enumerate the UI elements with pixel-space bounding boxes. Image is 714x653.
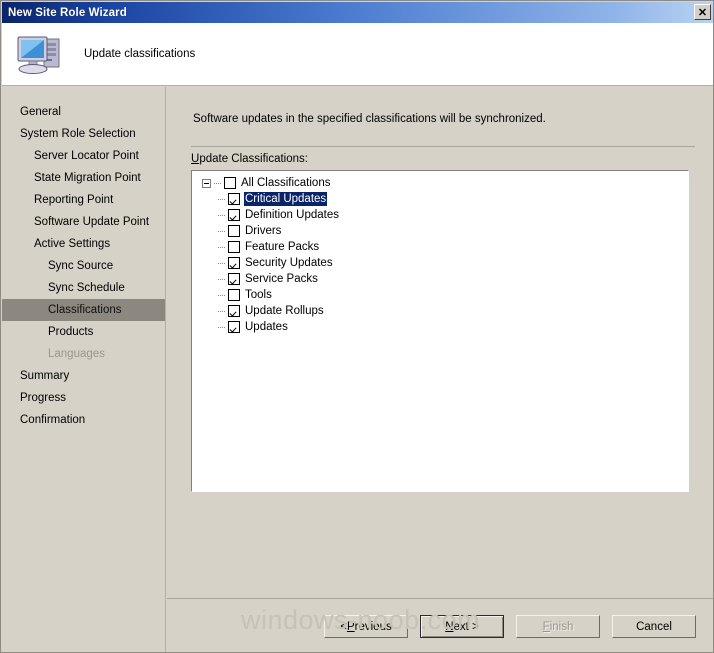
tree-row[interactable]: Updates (192, 319, 688, 335)
tree-connector (218, 326, 226, 328)
sidebar-item-software-update-point[interactable]: Software Update Point (2, 211, 165, 233)
tree-checkbox[interactable] (228, 273, 240, 285)
sidebar-item-sync-source[interactable]: Sync Source (2, 255, 165, 277)
accelerator-letter: P (346, 620, 355, 633)
page-title: Update classifications (84, 48, 196, 60)
description-text: Software updates in the specified classi… (193, 113, 546, 125)
sidebar-item-languages: Languages (48, 348, 105, 360)
tree-row[interactable]: Critical Updates (192, 191, 688, 207)
computer-icon (17, 36, 60, 74)
sidebar-item-general[interactable]: General (2, 101, 165, 123)
tree-checkbox[interactable] (228, 321, 240, 333)
tree-checkbox[interactable] (228, 257, 240, 269)
collapse-icon[interactable] (202, 178, 211, 188)
tree-item-label: Security Updates (245, 257, 333, 269)
tree-row[interactable]: Definition Updates (192, 207, 688, 223)
tree-item-label: Definition Updates (245, 209, 339, 221)
footer-separator (167, 598, 713, 599)
tree-checkbox[interactable] (224, 177, 236, 189)
tree-checkbox[interactable] (228, 225, 240, 237)
button-bar: < Previous Next > Finish Cancel (324, 615, 696, 638)
tree-item-label: Update Rollups (245, 305, 324, 317)
accelerator-letter: N (445, 620, 454, 633)
tree-item-label: All Classifications (241, 177, 331, 189)
tree-item-label: Critical Updates (244, 192, 328, 206)
title-bar: New Site Role Wizard ✕ (2, 2, 713, 23)
tree-checkbox[interactable] (228, 209, 240, 221)
tree-connector (218, 310, 226, 312)
sidebar-item-state-migration-point[interactable]: State Migration Point (2, 167, 165, 189)
tree-row[interactable]: Security Updates (192, 255, 688, 271)
tree-item-label: Drivers (245, 225, 282, 237)
next-button[interactable]: Next > (420, 615, 504, 638)
tree-checkbox[interactable] (228, 241, 240, 253)
tree-connector (218, 214, 226, 216)
window-title: New Site Role Wizard (8, 6, 127, 19)
tree-label: Update Classifications: (191, 153, 308, 165)
main-panel: Software updates in the specified classi… (167, 87, 713, 652)
wizard-step-nav: General System Role Selection Server Locat… (2, 87, 166, 652)
tree-row[interactable]: Drivers (192, 223, 688, 239)
tree-row[interactable]: Feature Packs (192, 239, 688, 255)
classifications-tree[interactable]: All Classifications Critical Updates Defin… (191, 170, 689, 492)
sidebar-item-progress[interactable]: Progress (2, 387, 165, 409)
wizard-dialog: New Site Role Wizard ✕ Update classifica… (0, 0, 714, 653)
tree-connector (218, 230, 226, 232)
tree-connector (218, 198, 226, 200)
tree-row[interactable]: All Classifications (192, 175, 688, 191)
tree-item-label: Feature Packs (245, 241, 320, 253)
tree-checkbox[interactable] (228, 193, 240, 205)
sidebar-item-active-settings[interactable]: Active Settings (2, 233, 165, 255)
previous-button[interactable]: < Previous (324, 615, 408, 638)
tree-item-label: Service Packs (245, 273, 318, 285)
tree-connector (218, 246, 226, 248)
accelerator-letter: F (542, 620, 550, 633)
tree-connector (218, 278, 226, 280)
sidebar-item-summary[interactable]: Summary (2, 365, 165, 387)
tree-row[interactable]: Update Rollups (192, 303, 688, 319)
tree-connector (218, 294, 226, 296)
sidebar-item-sync-schedule[interactable]: Sync Schedule (2, 277, 165, 299)
tree-checkbox[interactable] (228, 289, 240, 301)
sidebar-item-system-role-selection[interactable]: System Role Selection (2, 123, 165, 145)
tree-item-label: Updates (245, 321, 288, 333)
tree-connector (218, 262, 226, 264)
finish-button: Finish (516, 615, 600, 638)
tree-row[interactable]: Service Packs (192, 271, 688, 287)
sidebar-item-confirmation[interactable]: Confirmation (2, 409, 165, 431)
sidebar-item-server-locator-point[interactable]: Server Locator Point (2, 145, 165, 167)
cancel-button[interactable]: Cancel (612, 615, 696, 638)
sidebar-item-reporting-point[interactable]: Reporting Point (2, 189, 165, 211)
tree-row[interactable]: Tools (192, 287, 688, 303)
close-icon[interactable]: ✕ (694, 4, 711, 20)
tree-connector (214, 182, 222, 184)
sidebar-item-products[interactable]: Products (2, 321, 165, 343)
tree-item-label: Tools (245, 289, 272, 301)
description-separator (191, 146, 695, 147)
wizard-header: Update classifications (2, 23, 713, 86)
sidebar-item-classifications[interactable]: Classifications (2, 299, 165, 321)
tree-label-rest: pdate Classifications: (199, 153, 308, 165)
tree-checkbox[interactable] (228, 305, 240, 317)
